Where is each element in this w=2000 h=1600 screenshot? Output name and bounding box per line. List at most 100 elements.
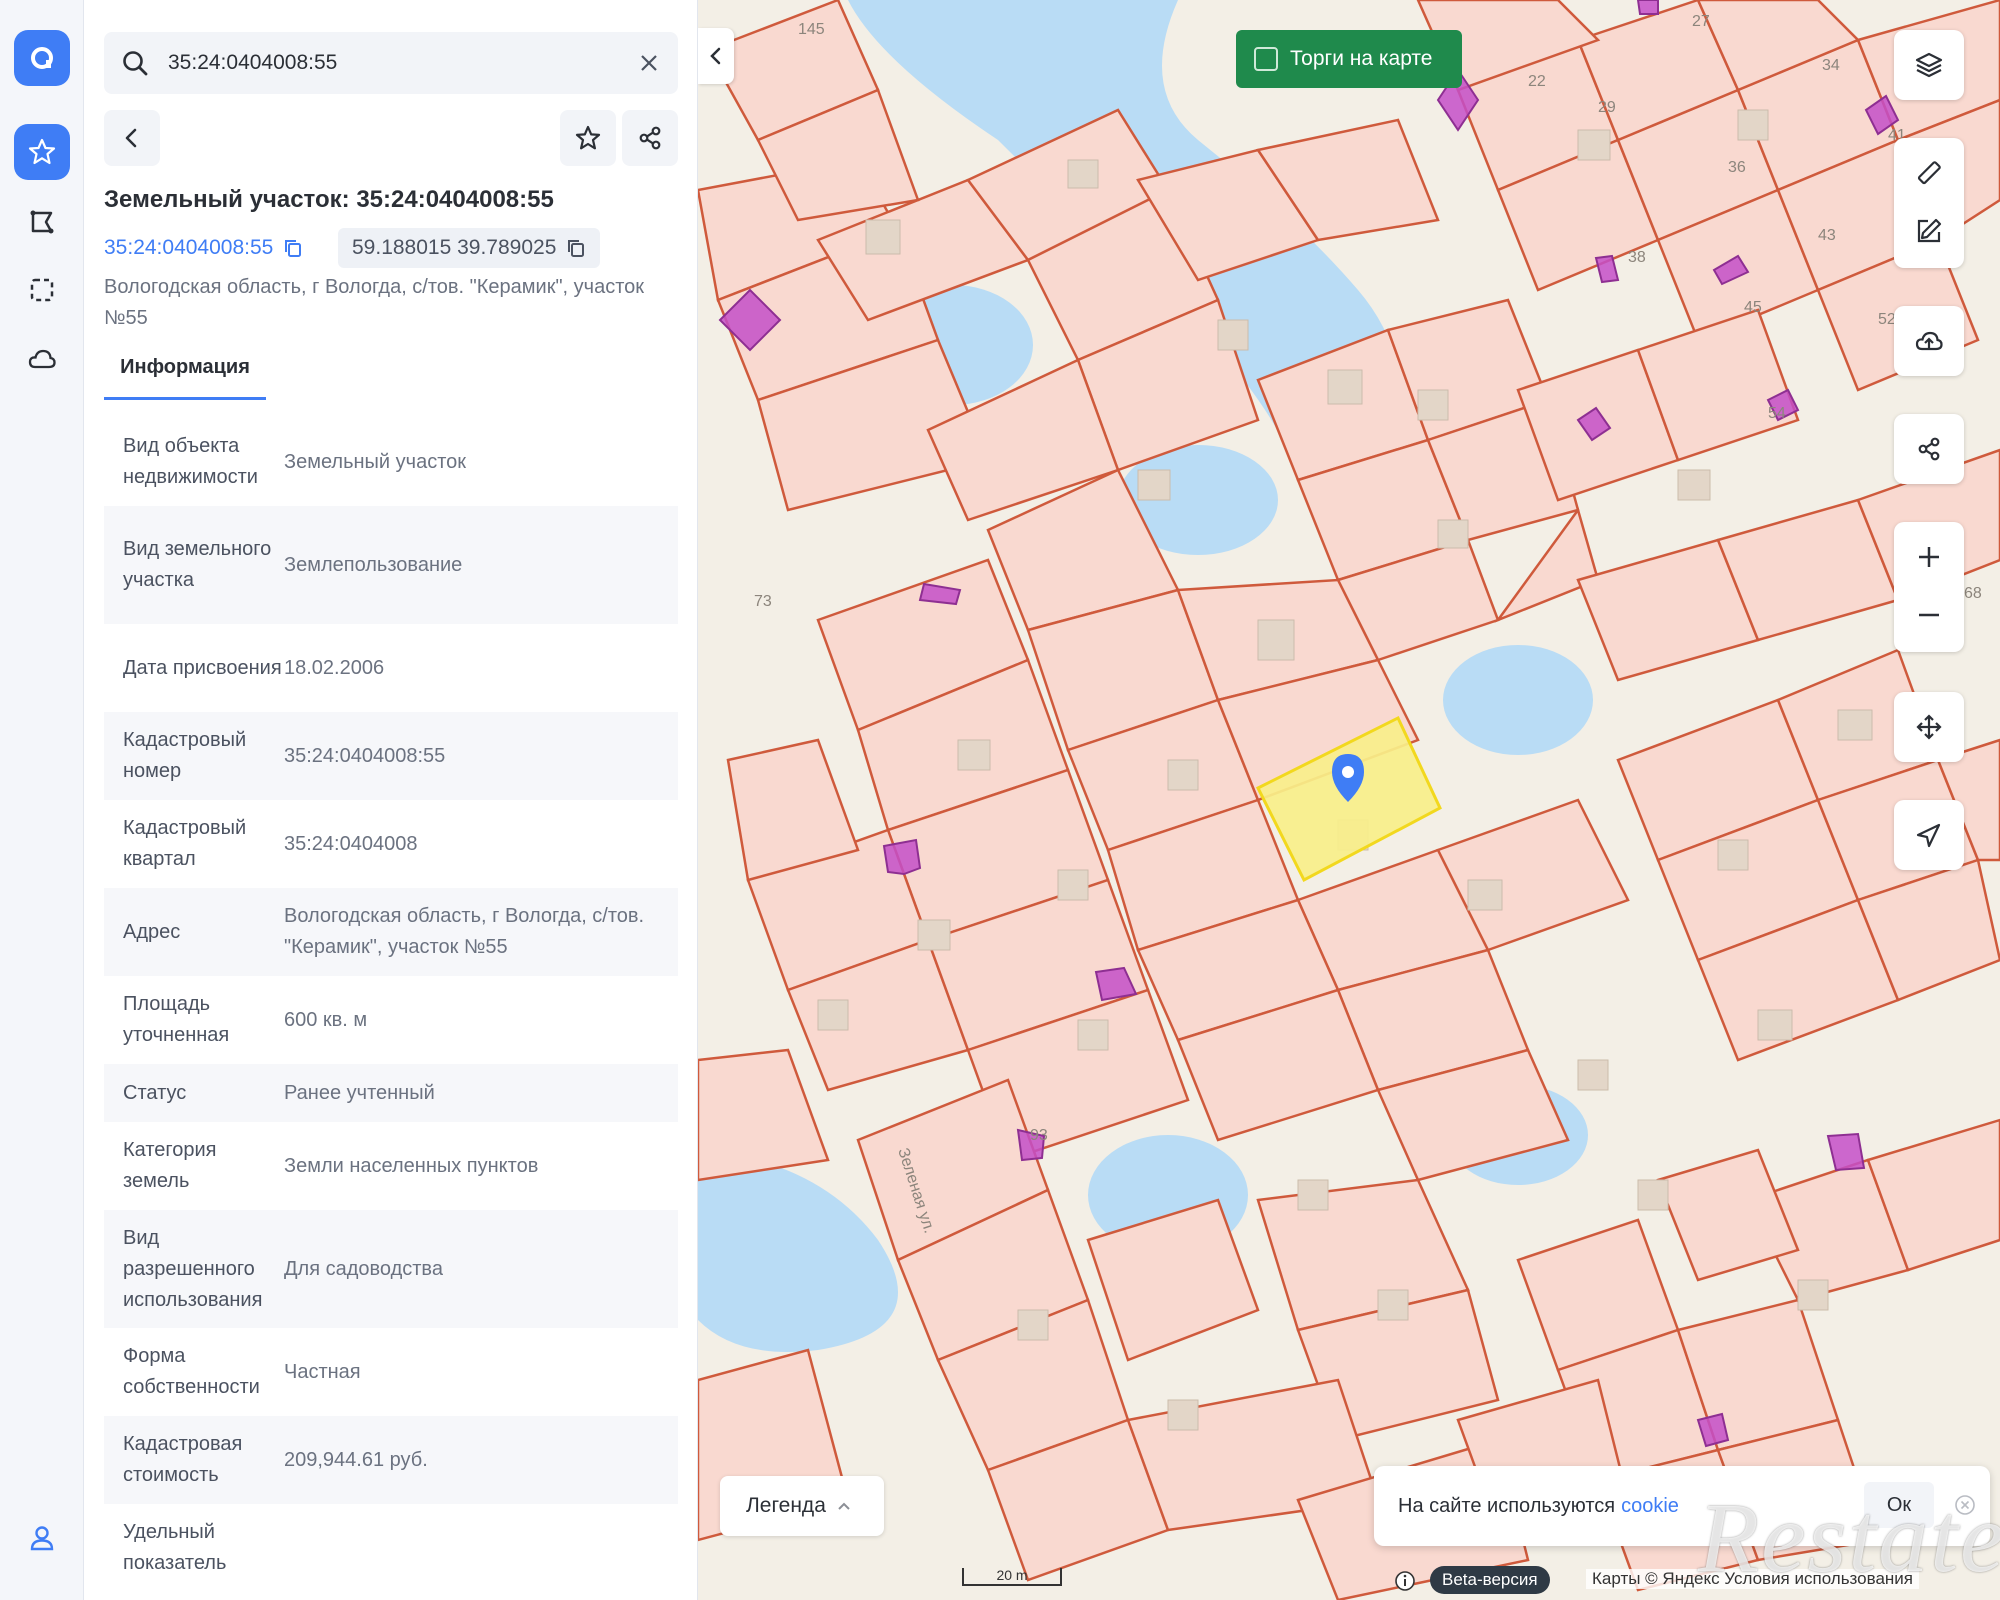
legend-button[interactable]: Легенда xyxy=(720,1476,884,1536)
select-area-icon[interactable] xyxy=(14,262,70,318)
upload-button[interactable] xyxy=(1894,306,1964,376)
edit-icon[interactable] xyxy=(1914,216,1944,246)
property-label: Адрес xyxy=(123,920,181,943)
table-row: Дата присвоения 18.02.2006 xyxy=(104,624,678,712)
legend-label: Легенда xyxy=(746,1494,826,1517)
property-value: Земли населенных пунктов xyxy=(284,1154,539,1177)
object-address: Вологодская область, г Вологда, с/тов. "… xyxy=(104,276,645,329)
share-icon xyxy=(639,126,661,150)
pond-water xyxy=(698,1150,898,1352)
cookie-link[interactable]: cookie xyxy=(1621,1495,1679,1518)
property-value: Для садоводства xyxy=(284,1257,443,1280)
properties-table: Вид объекта недвижимости Земельный участ… xyxy=(104,418,678,1592)
table-row: Категория земель Земли населенных пункто… xyxy=(104,1122,678,1210)
cookie-text: На сайте используются xyxy=(1398,1494,1616,1517)
close-icon[interactable] xyxy=(636,50,662,76)
property-label: Вид разрешенного использования xyxy=(123,1226,263,1311)
info-panel: Земельный участок: 35:24:0404008:55 35:2… xyxy=(84,0,698,1600)
zoom-out-icon[interactable] xyxy=(1914,600,1944,630)
move-icon xyxy=(1916,714,1942,740)
plot-number-label: 73 xyxy=(754,593,772,610)
pond-water xyxy=(1443,645,1593,755)
cloud-icon[interactable] xyxy=(14,332,70,388)
property-value: Земельный участок xyxy=(284,450,467,473)
chevron-up-icon xyxy=(838,1502,850,1510)
property-label: Кадастровая стоимость xyxy=(123,1433,243,1486)
plot-number-label: 38 xyxy=(1628,249,1646,266)
star-icon xyxy=(575,125,601,150)
property-label: Категория земель xyxy=(123,1139,217,1192)
add-to-favorites-button[interactable] xyxy=(560,110,616,166)
property-label: Форма собственности xyxy=(123,1345,260,1398)
layers-icon xyxy=(1915,52,1943,78)
property-label: Удельный показатель xyxy=(123,1521,227,1574)
table-row: Кадастровый номер 35:24:0404008:55 xyxy=(104,712,678,800)
plot-number-label: 27 xyxy=(1692,13,1710,30)
pan-button[interactable] xyxy=(1894,692,1964,762)
plot-number-label: 29 xyxy=(1598,99,1616,116)
my-location-button[interactable] xyxy=(1894,800,1964,870)
left-rail xyxy=(0,0,84,1600)
property-label: Вид объекта недвижимости xyxy=(123,435,258,488)
table-row: Кадастровая стоимость 209,944.61 руб. xyxy=(104,1416,678,1504)
property-value: 600 кв. м xyxy=(284,1008,368,1031)
map-canvas[interactable]: 145 22 29 27 34 36 41 43 38 45 52 54 68 … xyxy=(698,0,2000,1600)
coordinates-text: 59.188015 39.789025 xyxy=(352,236,557,259)
auctions-on-map-toggle[interactable]: Торги на карте xyxy=(1236,30,1462,88)
star-icon[interactable] xyxy=(14,124,70,180)
auctions-label: Торги на карте xyxy=(1290,47,1433,70)
plot-number-label: 34 xyxy=(1822,57,1840,74)
tab-information[interactable]: Информация xyxy=(104,350,266,400)
plot-number-label: 54 xyxy=(1768,405,1786,422)
zoom-controls xyxy=(1894,522,1964,652)
copy-icon[interactable] xyxy=(566,238,586,258)
app-logo-icon[interactable] xyxy=(14,30,70,86)
property-label: Площадь уточненная xyxy=(123,993,230,1046)
property-label: Статус xyxy=(123,1081,187,1104)
table-row: Статус Ранее учтенный xyxy=(104,1064,678,1122)
collapse-panel-button[interactable] xyxy=(698,28,734,84)
back-button[interactable] xyxy=(104,110,160,166)
layers-button[interactable] xyxy=(1894,30,1964,100)
property-value: Частная xyxy=(284,1360,361,1383)
info-icon[interactable] xyxy=(1394,1570,1416,1592)
watermark-logo: Restate xyxy=(1698,1482,2000,1593)
property-label: Кадастровый квартал xyxy=(123,817,247,870)
plot-number-label: 43 xyxy=(1818,227,1836,244)
search-box xyxy=(104,32,678,94)
route-icon[interactable] xyxy=(14,194,70,250)
navigation-arrow-icon xyxy=(1916,823,1941,848)
zoom-in-icon[interactable] xyxy=(1914,542,1944,572)
property-value: 35:24:0404008 xyxy=(284,832,418,855)
table-row: Кадастровый квартал 35:24:0404008 xyxy=(104,800,678,888)
table-row: Вид земельного участка Землепользование xyxy=(104,506,678,624)
property-value: 35:24:0404008:55 xyxy=(284,744,446,767)
property-value: Вологодская область, г Вологда, с/тов. "… xyxy=(284,905,645,958)
plot-number-label: 36 xyxy=(1728,159,1746,176)
copy-icon[interactable] xyxy=(283,238,303,258)
chevron-left-icon xyxy=(125,128,137,148)
ruler-icon[interactable] xyxy=(1914,158,1944,188)
table-row: Адрес Вологодская область, г Вологда, с/… xyxy=(104,888,678,976)
plot-number-label: 22 xyxy=(1528,73,1546,90)
search-icon xyxy=(123,51,148,76)
cadastral-map[interactable]: 145 22 29 27 34 36 41 43 38 45 52 54 68 … xyxy=(698,0,2000,1600)
map-share-button[interactable] xyxy=(1894,414,1964,484)
share-icon xyxy=(1918,437,1940,461)
plot-number-label: 68 xyxy=(1964,585,1982,602)
plot-number-label: 45 xyxy=(1744,299,1762,316)
table-row: Вид разрешенного использования Для садов… xyxy=(104,1210,678,1328)
share-button[interactable] xyxy=(622,110,678,166)
property-value: 209,944.61 руб. xyxy=(284,1448,428,1471)
auctions-checkbox[interactable] xyxy=(1254,47,1278,71)
property-label: Дата присвоения xyxy=(123,656,282,679)
cadastral-number-link[interactable]: 35:24:0404008:55 xyxy=(104,230,303,266)
table-row: Вид объекта недвижимости Земельный участ… xyxy=(104,418,678,506)
cloud-upload-icon xyxy=(1915,331,1943,351)
coordinates-chip[interactable]: 59.188015 39.789025 xyxy=(338,228,601,268)
search-input[interactable] xyxy=(168,51,636,75)
table-row: Удельный показатель xyxy=(104,1504,678,1592)
chevron-left-icon xyxy=(710,47,721,65)
user-icon[interactable] xyxy=(14,1510,70,1566)
scale-bar: 20 m xyxy=(962,1568,1062,1586)
